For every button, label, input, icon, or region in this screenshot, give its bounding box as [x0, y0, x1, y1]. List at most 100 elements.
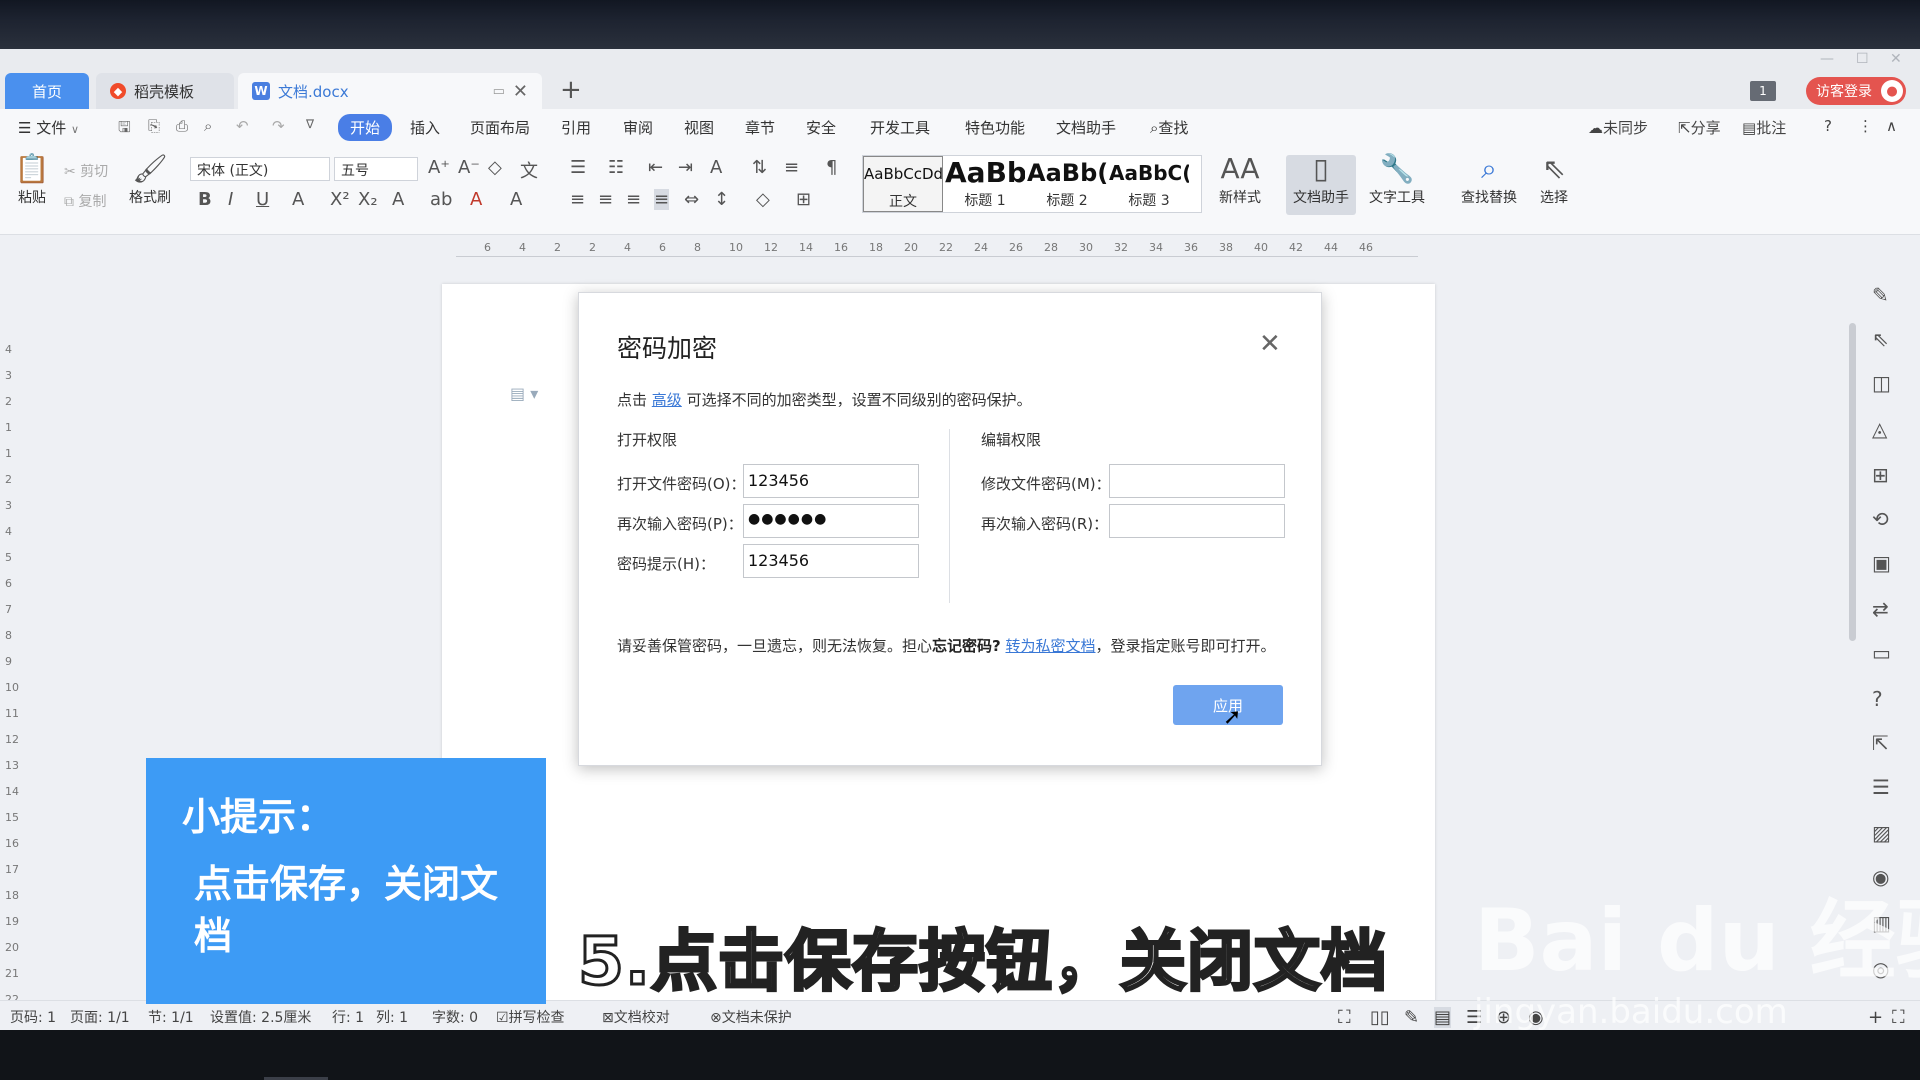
cut-button[interactable]: ✂ 剪切: [64, 161, 108, 181]
font-color-icon[interactable]: A: [470, 189, 482, 210]
pen-icon[interactable]: ✎: [1872, 283, 1889, 307]
print-preview-icon[interactable]: ⌕: [204, 117, 212, 135]
cloud-icon[interactable]: ⎘: [148, 117, 160, 135]
text-tools-button[interactable]: 🔧 文字工具: [1360, 151, 1434, 207]
grid-icon[interactable]: ⊞: [1872, 463, 1889, 487]
horizontal-ruler[interactable]: 6 4 2 2 4 6 8 10 12 14 16 18 20 22 24 26 28 30 32 34 36 38 40 4…: [0, 235, 1850, 263]
menu-tab-doc-assistant[interactable]: 文档助手: [1056, 117, 1116, 138]
reenter-password-r-field[interactable]: [1109, 504, 1285, 538]
shrink-font-icon[interactable]: A⁻: [458, 157, 480, 178]
fit-page-icon[interactable]: ⛶: [1892, 1007, 1905, 1028]
open-password-field[interactable]: 123456: [743, 464, 919, 498]
menu-tab-insert[interactable]: 插入: [410, 117, 440, 138]
doc-protect-button[interactable]: ⊗文档未保护: [710, 1007, 792, 1027]
strikethrough-icon[interactable]: A: [292, 189, 304, 210]
superscript-icon[interactable]: X²: [330, 189, 350, 210]
justify-icon[interactable]: ≡: [654, 189, 670, 210]
history-icon[interactable]: ⟲: [1872, 507, 1889, 531]
undo-icon[interactable]: ↶: [236, 117, 249, 135]
redo-icon[interactable]: ↷: [272, 117, 285, 135]
font-size-select[interactable]: 五号: [334, 157, 418, 181]
share-button[interactable]: ⇱分享: [1678, 117, 1721, 138]
file-menu[interactable]: ☰ 文件 ∨: [18, 117, 79, 138]
sync-button[interactable]: ☁未同步: [1588, 117, 1648, 138]
new-style-button[interactable]: AA 新样式: [1210, 151, 1270, 207]
settings-sliders-icon[interactable]: ☰: [1872, 775, 1890, 799]
menu-tab-features[interactable]: 特色功能: [965, 117, 1025, 138]
line-spacing-icon[interactable]: ≡: [784, 157, 799, 178]
char-case-icon[interactable]: A: [710, 157, 722, 178]
advanced-link[interactable]: 高级: [652, 391, 682, 409]
find-replace-button[interactable]: ⌕ 查找替换: [1452, 151, 1526, 207]
edit-mode-icon[interactable]: ✎: [1404, 1007, 1419, 1028]
select-button[interactable]: ⇖ 选择: [1532, 151, 1576, 207]
menu-tab-start[interactable]: 开始: [338, 114, 393, 141]
style-heading-2[interactable]: AaBb( 标题 2: [1027, 156, 1107, 212]
paste-button[interactable]: 📋 粘贴: [12, 151, 52, 207]
clear-format-icon[interactable]: ◇: [488, 157, 502, 178]
menu-tab-view[interactable]: 视图: [684, 117, 714, 138]
status-setting[interactable]: 设置值: 2.5厘米: [210, 1007, 311, 1027]
menu-tab-chapter[interactable]: 章节: [745, 117, 775, 138]
font-family-select[interactable]: 宋体 (正文): [190, 157, 330, 181]
align-right-icon[interactable]: ≡: [626, 189, 641, 210]
menu-tab-developer[interactable]: 开发工具: [870, 117, 930, 138]
maximize-icon[interactable]: ☐: [1856, 51, 1869, 67]
doc-proof-button[interactable]: ⊠文档校对: [602, 1007, 670, 1027]
export-icon[interactable]: ⇱: [1872, 731, 1889, 755]
fullscreen-icon[interactable]: ⛶: [1338, 1007, 1351, 1028]
more-chevron-icon[interactable]: ∇: [306, 117, 314, 131]
borders-icon[interactable]: ⊞: [796, 189, 811, 210]
menu-tab-security[interactable]: 安全: [806, 117, 836, 138]
help-icon[interactable]: ?: [1824, 117, 1832, 135]
collapse-ribbon-icon[interactable]: ∧: [1886, 117, 1897, 135]
tab-templates[interactable]: ◆ 稻壳模板: [96, 73, 234, 109]
shapes-icon[interactable]: ◫: [1872, 371, 1891, 395]
float-window-icon[interactable]: ▭: [493, 84, 505, 99]
image-library-icon[interactable]: ▣: [1872, 551, 1891, 575]
translate-icon[interactable]: ⇄: [1872, 597, 1889, 621]
sort-icon[interactable]: ⇅: [752, 157, 767, 178]
private-doc-link[interactable]: 转为私密文档: [1006, 637, 1096, 655]
paragraph-layout-icon[interactable]: ▤ ▾: [510, 384, 538, 403]
menu-tab-review[interactable]: 审阅: [623, 117, 653, 138]
subscript-icon[interactable]: X₂: [358, 189, 378, 210]
zoom-in-icon[interactable]: +: [1868, 1007, 1883, 1028]
spacing-icon[interactable]: ↕: [714, 189, 729, 210]
menu-tab-page-layout[interactable]: 页面布局: [470, 117, 530, 138]
window-count-badge[interactable]: 1: [1750, 81, 1776, 101]
decrease-indent-icon[interactable]: ⇤: [648, 157, 663, 178]
picture-icon[interactable]: ▨: [1872, 821, 1891, 845]
underline-icon[interactable]: U: [256, 189, 269, 210]
close-tab-icon[interactable]: ✕: [513, 81, 528, 102]
status-page-number[interactable]: 页码: 1: [10, 1007, 56, 1027]
style-normal[interactable]: AaBbCcDd 正文: [863, 156, 943, 212]
shading-icon[interactable]: ◇: [756, 189, 770, 210]
save-icon[interactable]: 🖫: [118, 117, 131, 142]
bold-icon[interactable]: B: [198, 189, 212, 210]
cursor-icon[interactable]: ⇖: [1872, 327, 1889, 351]
scrollbar-thumb[interactable]: [1849, 323, 1856, 641]
close-window-icon[interactable]: ✕: [1890, 51, 1902, 67]
comment-button[interactable]: ▤批注: [1742, 117, 1786, 138]
numbered-list-icon[interactable]: ☷: [608, 157, 624, 178]
char-shading-icon[interactable]: A: [510, 189, 522, 210]
reenter-password-p-field[interactable]: ●●●●●●: [743, 504, 919, 538]
status-pages[interactable]: 页面: 1/1: [70, 1007, 130, 1027]
new-tab-button[interactable]: +: [560, 75, 582, 105]
text-effect-icon[interactable]: A: [392, 189, 404, 210]
question-icon[interactable]: ?: [1872, 687, 1883, 711]
pinyin-icon[interactable]: 文: [520, 157, 538, 183]
grow-font-icon[interactable]: A⁺: [428, 157, 450, 178]
tab-home[interactable]: 首页: [5, 73, 89, 109]
visitor-login-button[interactable]: 访客登录 ●: [1806, 77, 1906, 105]
status-col[interactable]: 列: 1: [376, 1007, 408, 1027]
status-row[interactable]: 行: 1: [332, 1007, 364, 1027]
highlight-icon[interactable]: ab: [430, 189, 452, 210]
archive-icon[interactable]: ▭: [1872, 641, 1891, 665]
status-section[interactable]: 节: 1/1: [148, 1007, 194, 1027]
vertical-ruler[interactable]: 432112345678910111213141516171819202122: [0, 279, 19, 1049]
spell-check-toggle[interactable]: ☑拼写检查: [496, 1007, 565, 1027]
page-view-icon[interactable]: ▤: [1434, 1007, 1452, 1028]
status-word-count[interactable]: 字数: 0: [432, 1007, 478, 1027]
